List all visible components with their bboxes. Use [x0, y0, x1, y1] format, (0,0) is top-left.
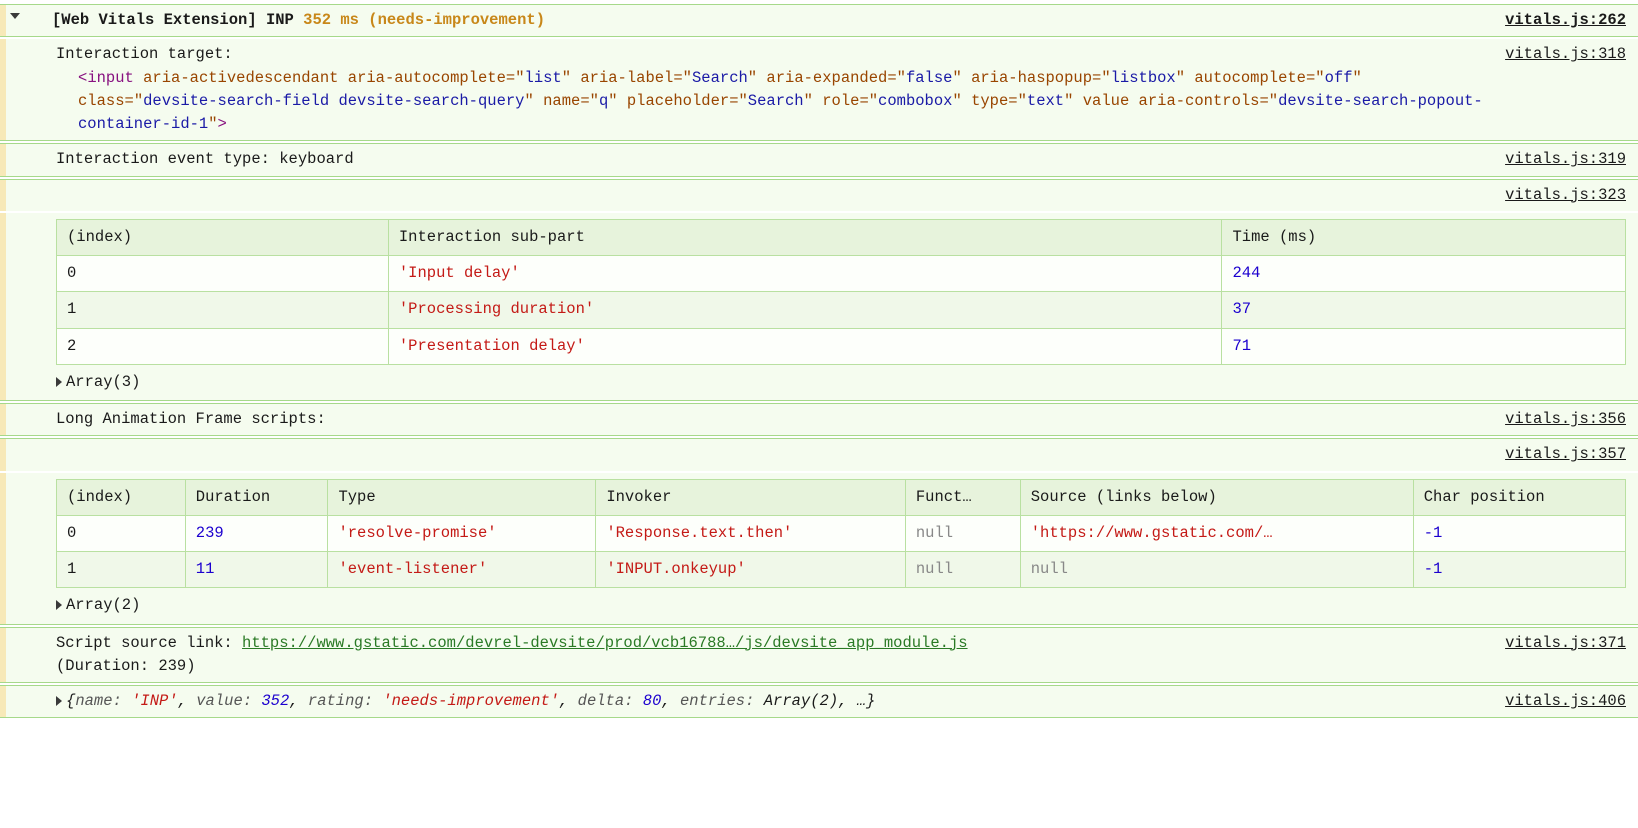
object-entry: {name: 'INP', value: 352, rating: 'needs…	[0, 686, 1638, 717]
log-text: Long Animation Frame scripts:	[56, 410, 326, 428]
table-header: Source (links below)	[1020, 479, 1413, 515]
cell-function: null	[905, 552, 1020, 588]
cell-duration: 11	[185, 552, 328, 588]
script-source-label: Script source link:	[56, 634, 242, 652]
source-link[interactable]: vitals.js:357	[1505, 443, 1626, 466]
source-link[interactable]: vitals.js:356	[1505, 408, 1626, 431]
cell-type: 'resolve-promise'	[328, 515, 596, 551]
table-row: 0239'resolve-promise''Response.text.then…	[57, 515, 1626, 551]
cell-index: 0	[57, 515, 186, 551]
table-row: 2'Presentation delay'71	[57, 328, 1626, 364]
metric-name: INP	[266, 11, 303, 29]
console-entry-content: Script source link: https://www.gstatic.…	[56, 632, 1489, 679]
script-source-entry: Script source link: https://www.gstatic.…	[0, 628, 1638, 683]
console-table-source: vitals.js:323	[0, 180, 1638, 211]
console-table-content: (index)DurationTypeInvokerFunct…Source (…	[56, 477, 1626, 620]
table-header: Invoker	[596, 479, 906, 515]
console-table-entry: (index)DurationTypeInvokerFunct…Source (…	[0, 473, 1638, 624]
console-table-content: (index)Interaction sub-partTime (ms)0'In…	[56, 217, 1626, 396]
console-entry-content	[56, 443, 1489, 466]
source-link[interactable]: vitals.js:318	[1505, 43, 1626, 66]
console-group-header[interactable]: [Web Vitals Extension] INP 352 ms (needs…	[0, 5, 1638, 36]
cell-source: 'https://www.gstatic.com/…	[1020, 515, 1413, 551]
source-link[interactable]: vitals.js:262	[1505, 9, 1626, 32]
console-entry-content: Interaction target: <input aria-activedes…	[56, 43, 1489, 136]
cell-index: 1	[57, 552, 186, 588]
source-link[interactable]: vitals.js:371	[1505, 632, 1626, 655]
console-table-source: vitals.js:357	[0, 439, 1638, 470]
table-header: Type	[328, 479, 596, 515]
cell-type: 'event-listener'	[328, 552, 596, 588]
table-header: Time (ms)	[1222, 219, 1626, 255]
table-header: Char position	[1413, 479, 1625, 515]
chevron-right-icon	[56, 696, 62, 706]
array-summary[interactable]: Array(2)	[56, 588, 1626, 619]
html-element-log[interactable]: <input aria-activedescendant aria-autoco…	[56, 67, 1489, 137]
source-link[interactable]: vitals.js:323	[1505, 184, 1626, 207]
console-entry: Long Animation Frame scripts: vitals.js:3…	[0, 404, 1638, 435]
cell-charpos: -1	[1413, 515, 1625, 551]
table-header: Funct…	[905, 479, 1020, 515]
cell-part: 'Presentation delay'	[388, 328, 1222, 364]
console-table: (index)DurationTypeInvokerFunct…Source (…	[56, 479, 1626, 589]
source-link[interactable]: vitals.js:406	[1505, 690, 1626, 713]
cell-invoker: 'Response.text.then'	[596, 515, 906, 551]
chevron-right-icon	[56, 600, 62, 610]
cell-charpos: -1	[1413, 552, 1625, 588]
table-header: Duration	[185, 479, 328, 515]
cell-source: null	[1020, 552, 1413, 588]
metric-value: 352 ms (needs-improvement)	[303, 11, 545, 29]
console-entry: Interaction event type: keyboard vitals.j…	[0, 144, 1638, 175]
console-table: (index)Interaction sub-partTime (ms)0'In…	[56, 219, 1626, 365]
table-header: (index)	[57, 479, 186, 515]
interaction-target-entry: Interaction target: <input aria-activedes…	[0, 39, 1638, 140]
console-entry-content: {name: 'INP', value: 352, rating: 'needs…	[56, 690, 1489, 713]
log-text: Interaction event type: keyboard	[56, 150, 354, 168]
cell-time: 71	[1222, 328, 1626, 364]
cell-time: 244	[1222, 256, 1626, 292]
cell-duration: 239	[185, 515, 328, 551]
source-link[interactable]: vitals.js:319	[1505, 148, 1626, 171]
chevron-right-icon	[56, 377, 62, 387]
table-header: Interaction sub-part	[388, 219, 1222, 255]
table-header: (index)	[57, 219, 389, 255]
script-duration: (Duration: 239)	[56, 657, 196, 675]
cell-part: 'Processing duration'	[388, 292, 1222, 328]
console-table-entry: (index)Interaction sub-partTime (ms)0'In…	[0, 213, 1638, 400]
cell-index: 1	[57, 292, 389, 328]
table-row: 1'Processing duration'37	[57, 292, 1626, 328]
log-label: Interaction target:	[56, 45, 233, 63]
cell-part: 'Input delay'	[388, 256, 1222, 292]
table-row: 0'Input delay'244	[57, 256, 1626, 292]
console-entry-content: Interaction event type: keyboard	[56, 148, 1489, 171]
console-entry-content: Long Animation Frame scripts:	[56, 408, 1489, 431]
table-row: 111'event-listener''INPUT.onkeyup'nullnu…	[57, 552, 1626, 588]
cell-function: null	[905, 515, 1020, 551]
disclosure-down-icon	[12, 9, 52, 21]
object-preview[interactable]: {name: 'INP', value: 352, rating: 'needs…	[56, 692, 875, 710]
console-entry-content	[56, 184, 1489, 207]
cell-index: 2	[57, 328, 389, 364]
cell-index: 0	[57, 256, 389, 292]
script-source-url[interactable]: https://www.gstatic.com/devrel-devsite/p…	[242, 634, 968, 652]
array-summary[interactable]: Array(3)	[56, 365, 1626, 396]
extension-prefix: [Web Vitals Extension]	[52, 11, 266, 29]
group-title: [Web Vitals Extension] INP 352 ms (needs…	[52, 9, 1489, 32]
cell-invoker: 'INPUT.onkeyup'	[596, 552, 906, 588]
cell-time: 37	[1222, 292, 1626, 328]
